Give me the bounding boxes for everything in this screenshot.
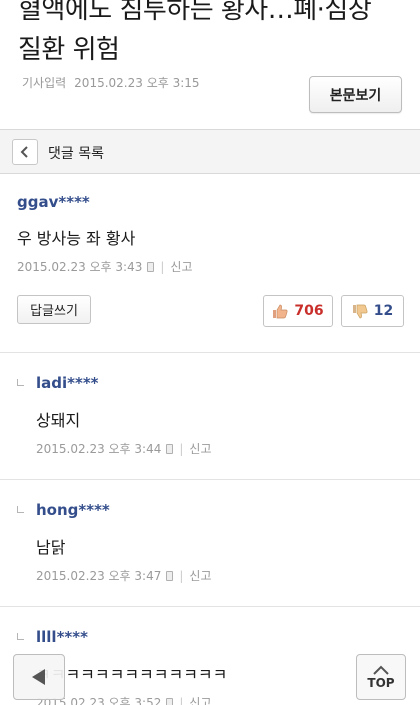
- chevron-left-icon: [20, 146, 28, 158]
- comment-username[interactable]: llll****: [36, 628, 88, 646]
- floating-back-button[interactable]: [13, 654, 65, 700]
- comment-meta: 2015.02.23 오후 3:44 | 신고: [36, 440, 212, 457]
- comment-datetime: 2015.02.23 오후 3:44: [36, 442, 162, 456]
- headline-line-2: 질환 위험: [18, 35, 120, 65]
- comment-list-bar: 댓글 목록: [0, 129, 420, 174]
- reply-comment-item: ladi**** 상돼지 2015.02.23 오후 3:44 | 신고: [0, 354, 420, 480]
- comment-username[interactable]: ladi****: [36, 374, 99, 392]
- divider: |: [179, 568, 184, 583]
- article-header: 혈액에도 침투하는 황사…폐·심장 질환 위험 기사입력 2015.02.23 오…: [0, 0, 420, 128]
- report-link[interactable]: 신고: [189, 440, 211, 457]
- mobile-phone-icon: [166, 570, 174, 581]
- comment-username[interactable]: hong****: [36, 501, 110, 519]
- mobile-phone-icon: [147, 261, 155, 272]
- scroll-top-button[interactable]: TOP: [356, 654, 406, 700]
- reply-button[interactable]: 답글쓰기: [17, 295, 91, 324]
- headline-line-1: 혈액에도 침투하는 황사…폐·심장: [18, 0, 372, 25]
- divider: |: [179, 441, 184, 456]
- article-meta: 기사입력 2015.02.23 오후 3:15: [22, 74, 200, 91]
- comment-text: 남닭: [36, 538, 66, 557]
- comment-username[interactable]: ggav****: [17, 193, 90, 211]
- report-link[interactable]: 신고: [189, 567, 211, 584]
- back-button[interactable]: [12, 139, 38, 165]
- comment-meta: 2015.02.23 오후 3:43 | 신고: [17, 258, 193, 275]
- thumbs-up-icon: [273, 304, 288, 318]
- comment-text: 상돼지: [36, 411, 81, 430]
- report-link[interactable]: 신고: [170, 258, 192, 275]
- reply-corner-icon: [17, 379, 24, 386]
- comment-list-title: 댓글 목록: [48, 146, 104, 162]
- triangle-left-icon: [32, 669, 45, 685]
- chevron-up-icon: [373, 665, 389, 675]
- reply-comment-item: hong**** 남닭 2015.02.23 오후 3:47 | 신고: [0, 481, 420, 607]
- comment-datetime: 2015.02.23 오후 3:43: [17, 260, 143, 274]
- meta-label: 기사입력: [22, 76, 67, 90]
- scroll-top-label: TOP: [367, 675, 395, 690]
- article-headline: 혈액에도 침투하는 황사…폐·심장 질환 위험: [18, 0, 408, 70]
- comment-text: 우 방사능 좌 황사: [17, 229, 136, 248]
- comment-meta: 2015.02.23 오후 3:47 | 신고: [36, 567, 212, 584]
- divider: |: [179, 695, 184, 705]
- divider: |: [160, 259, 165, 274]
- dislike-count: 12: [373, 303, 394, 319]
- like-button[interactable]: 706: [263, 295, 333, 327]
- comment-datetime: 2015.02.23 오후 3:47: [36, 569, 162, 583]
- reply-corner-icon: [17, 633, 24, 640]
- dislike-button[interactable]: 12: [341, 295, 404, 327]
- mobile-phone-icon: [166, 443, 174, 454]
- meta-datetime: 2015.02.23 오후 3:15: [74, 76, 200, 90]
- report-link[interactable]: 신고: [189, 694, 211, 705]
- mobile-phone-icon: [166, 697, 174, 705]
- comment-item: ggav**** 우 방사능 좌 황사 2015.02.23 오후 3:43 |…: [0, 175, 420, 353]
- view-article-button[interactable]: 본문보기: [309, 76, 402, 113]
- like-count: 706: [294, 303, 324, 319]
- reply-corner-icon: [17, 506, 24, 513]
- thumbs-down-icon: [352, 304, 368, 318]
